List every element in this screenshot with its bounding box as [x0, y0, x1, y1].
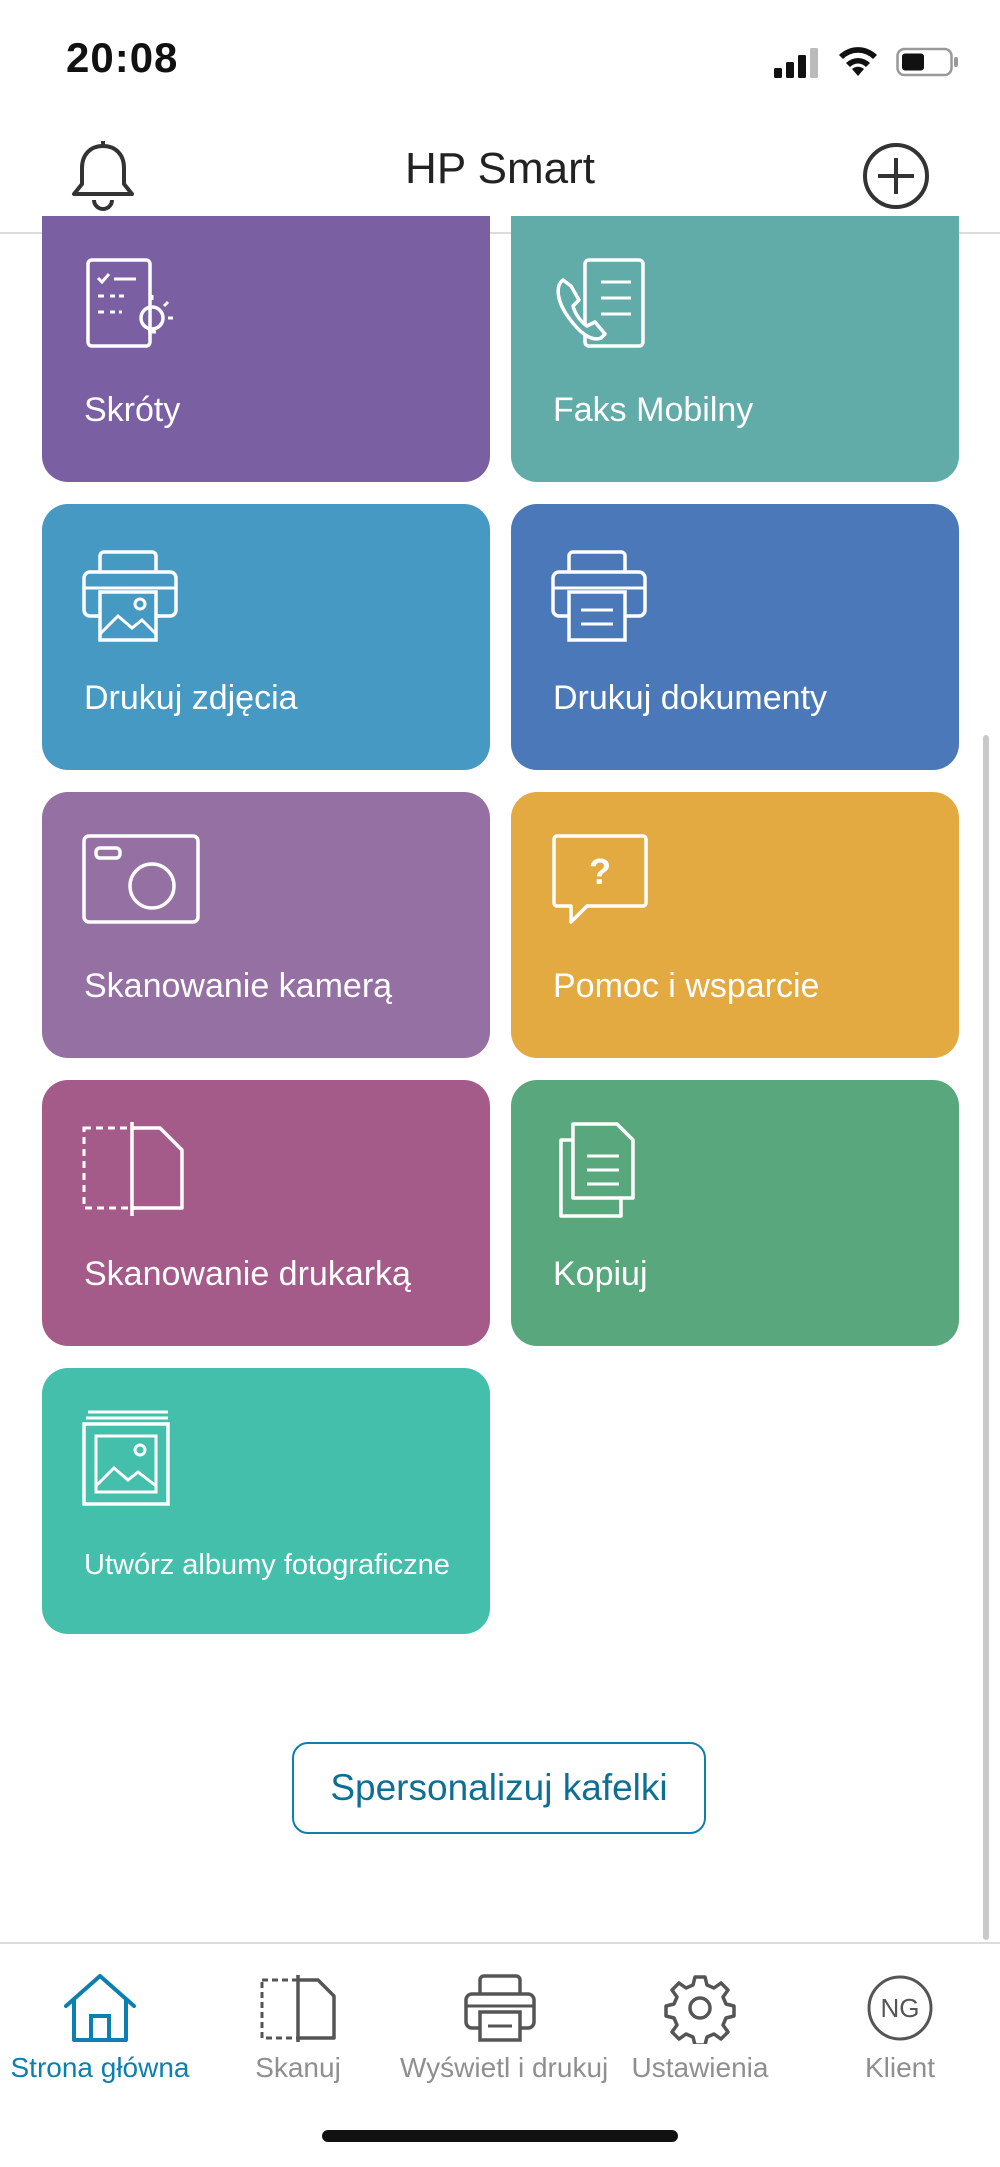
- gear-icon: [664, 1975, 736, 2044]
- print-photos-icon: [82, 550, 178, 642]
- home-indicator: [322, 2130, 678, 2142]
- printer-scan-icon: [82, 1122, 184, 1216]
- scan-icon: [260, 1975, 336, 2042]
- tile-printer-scan[interactable]: Skanowanie drukarką: [42, 1080, 490, 1346]
- nav-label: Klient: [864, 2052, 936, 2083]
- personalize-tiles-button[interactable]: Spersonalizuj kafelki: [292, 1742, 706, 1834]
- wifi-icon: [839, 47, 877, 76]
- tile-label: Skróty: [84, 391, 181, 429]
- account-initials: NG: [881, 1993, 920, 2023]
- help-support-icon: ?: [552, 834, 648, 924]
- tile-label: Utwórz albumy fotograficzne: [84, 1549, 450, 1581]
- nav-label: Wyświetl i drukuj: [400, 2052, 609, 2083]
- shortcuts-icon: [86, 258, 173, 348]
- nav-label: Skanuj: [255, 2052, 341, 2083]
- status-bar: 20:08: [0, 0, 1000, 120]
- tile-camera-scan[interactable]: Skanowanie kamerą: [42, 792, 490, 1058]
- tile-label: Skanowanie kamerą: [84, 967, 393, 1005]
- tile-print-photos[interactable]: Drukuj zdjęcia: [42, 504, 490, 770]
- status-time: 20:08: [66, 34, 179, 81]
- copy-icon: [559, 1122, 635, 1218]
- svg-text:?: ?: [589, 851, 611, 892]
- nav-account[interactable]: NG Klient: [800, 1972, 1000, 2092]
- tile-photo-albums[interactable]: Utwórz albumy fotograficzne: [42, 1368, 490, 1634]
- nav-home[interactable]: Strona główna: [0, 1972, 200, 2092]
- mobile-fax-icon: [556, 258, 645, 348]
- tile-label: Kopiuj: [553, 1255, 648, 1293]
- nav-view-print[interactable]: Wyświetl i drukuj: [400, 1972, 609, 2092]
- add-printer-plus-icon[interactable]: [862, 142, 930, 210]
- nav-scan[interactable]: Skanuj: [198, 1972, 398, 2092]
- tile-shortcuts[interactable]: Skróty: [42, 216, 490, 482]
- nav-label: Ustawienia: [631, 2052, 769, 2083]
- tile-label: Skanowanie drukarką: [84, 1255, 411, 1293]
- print-documents-icon: [551, 550, 647, 642]
- tile-mobile-fax[interactable]: Faks Mobilny: [511, 216, 959, 482]
- status-icons: [774, 42, 960, 82]
- nav-label: Strona główna: [10, 2052, 190, 2083]
- home-icon: [64, 1974, 136, 2042]
- nav-settings[interactable]: Ustawienia: [600, 1972, 800, 2092]
- tile-print-documents[interactable]: Drukuj dokumenty: [511, 504, 959, 770]
- battery-icon: [896, 47, 958, 77]
- tile-label: Pomoc i wsparcie: [553, 967, 820, 1005]
- tile-label: Faks Mobilny: [553, 391, 754, 429]
- signal-icon: [774, 48, 818, 78]
- tile-help-support[interactable]: ? Pomoc i wsparcie: [511, 792, 959, 1058]
- page-title: HP Smart: [405, 144, 595, 193]
- photo-album-icon: [82, 1410, 170, 1506]
- print-icon: [464, 1974, 536, 2042]
- tile-label: Drukuj dokumenty: [553, 679, 828, 717]
- tile-copy[interactable]: Kopiuj: [511, 1080, 959, 1346]
- tile-label: Drukuj zdjęcia: [84, 679, 298, 717]
- scrollbar[interactable]: [983, 735, 989, 1940]
- account-icon: NG: [867, 1975, 933, 2041]
- camera-scan-icon: [82, 834, 200, 924]
